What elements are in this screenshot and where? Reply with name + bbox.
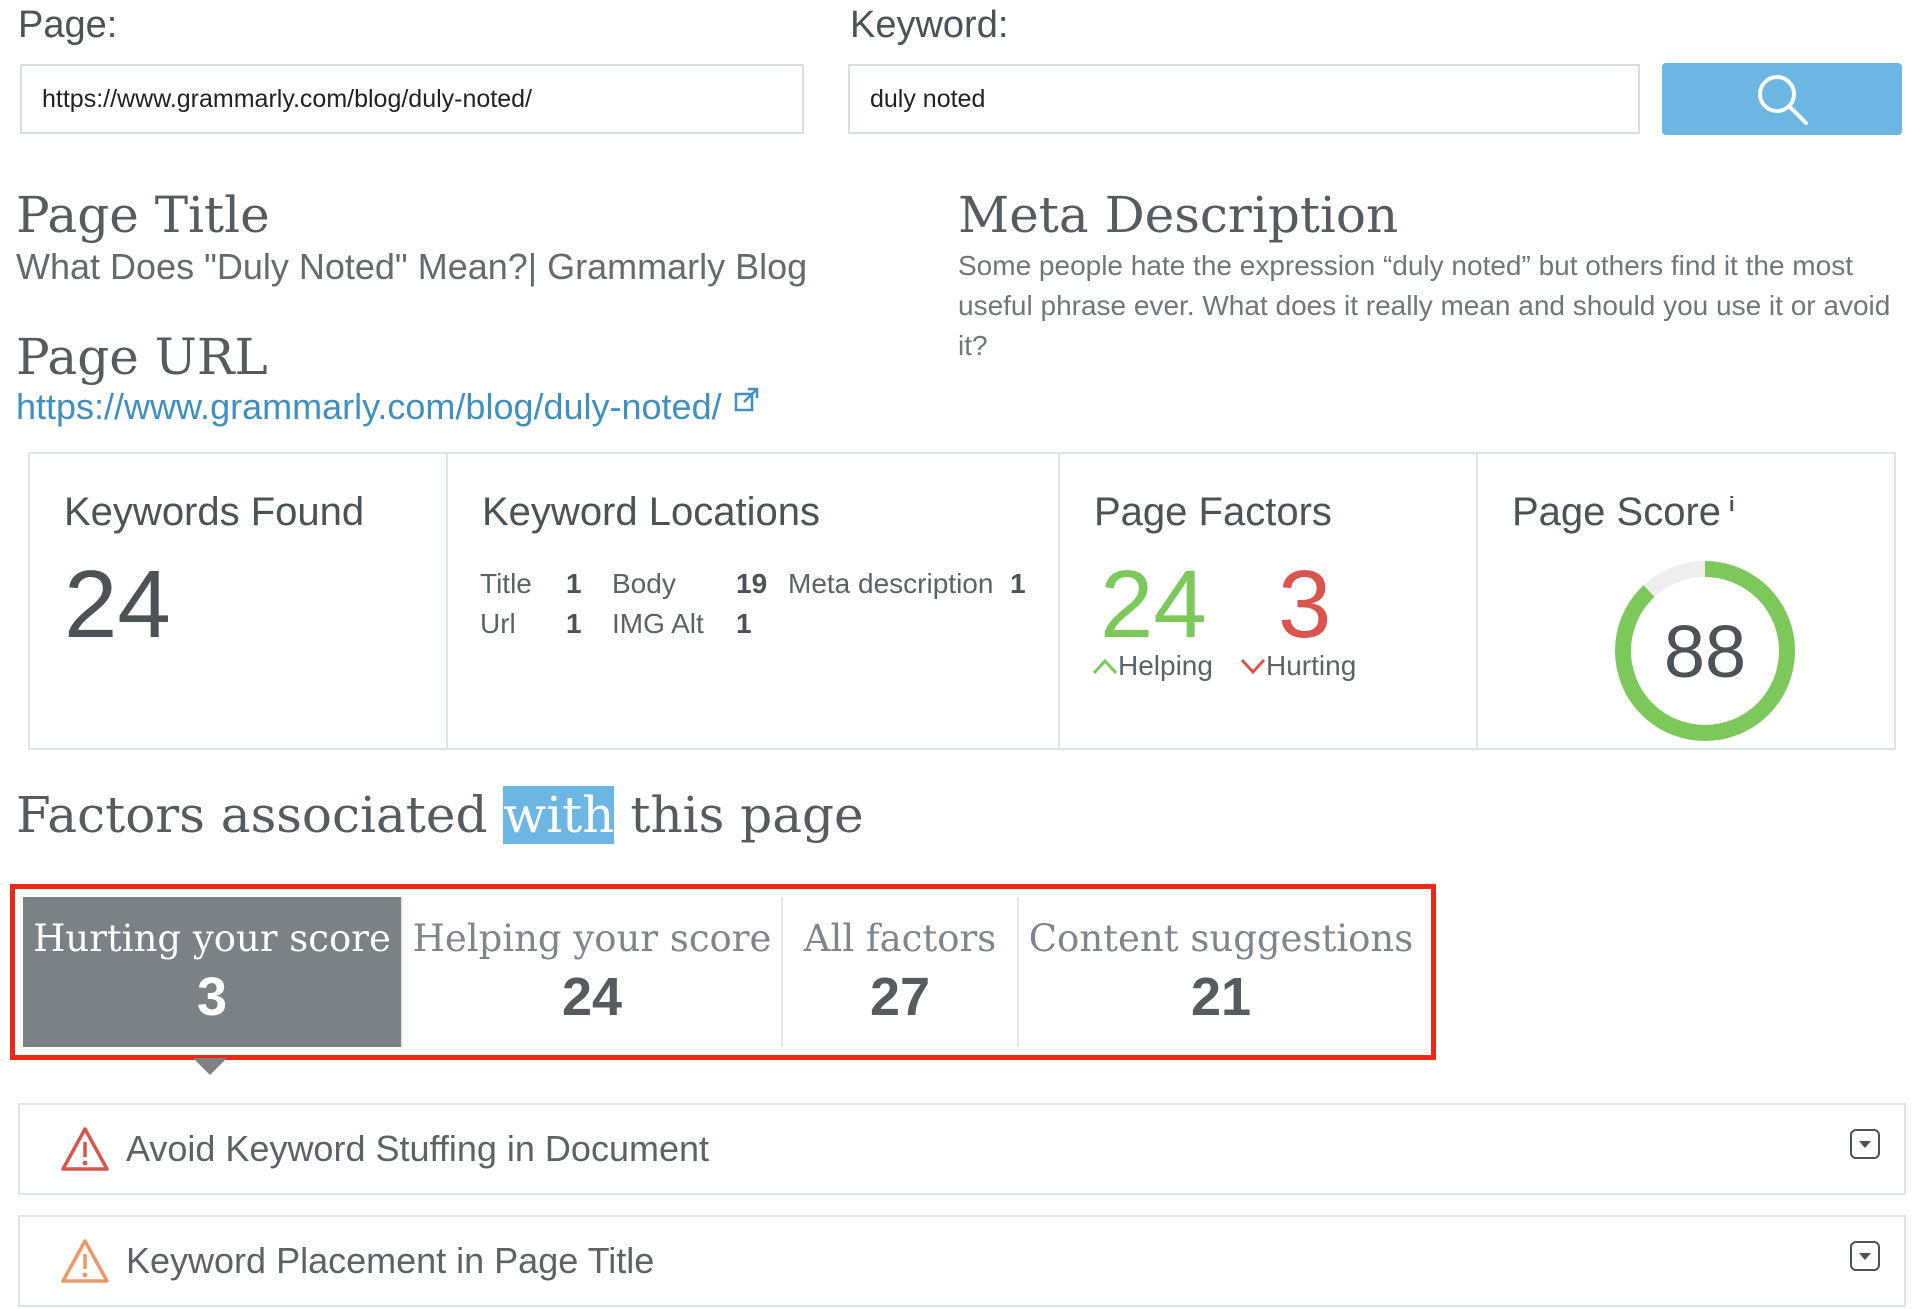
hurting-label: Hurting — [1266, 650, 1356, 682]
meta-description-heading: Meta Description — [958, 186, 1398, 244]
factor-row-text: Avoid Keyword Stuffing in Document — [126, 1128, 709, 1170]
factor-tabs: Hurting your score 3 Helping your score … — [10, 884, 1436, 1060]
factors-heading: Factors associated with this page — [16, 786, 864, 844]
tab-all-factors[interactable]: All factors 27 — [783, 897, 1019, 1047]
tab-label: Helping your score — [413, 917, 772, 960]
tab-count: 24 — [562, 966, 622, 1028]
keywords-found-value: 24 — [64, 550, 171, 660]
stats-panel: Keywords Found 24 Keyword Locations Titl… — [28, 452, 1896, 750]
warning-icon — [60, 1238, 110, 1284]
page-score-card: Page Score i 88 — [1478, 454, 1894, 748]
external-link-icon[interactable] — [734, 387, 760, 413]
location-count: 1 — [566, 564, 612, 604]
tab-hurting[interactable]: Hurting your score 3 — [23, 897, 403, 1047]
factor-row[interactable]: Keyword Placement in Page Title — [18, 1215, 1906, 1307]
keywords-found-title: Keywords Found — [64, 490, 364, 535]
keyword-input[interactable] — [848, 64, 1640, 134]
page-url-heading: Page URL — [16, 328, 268, 386]
page-score-title: Page Score i — [1512, 490, 1735, 535]
factor-row-text: Keyword Placement in Page Title — [126, 1240, 654, 1282]
expand-icon[interactable] — [1850, 1241, 1880, 1271]
active-tab-pointer — [193, 1058, 227, 1076]
tab-label: Hurting your score — [33, 917, 391, 960]
tab-label: All factors — [804, 917, 996, 960]
tab-content-suggestions[interactable]: Content suggestions 21 — [1019, 897, 1423, 1047]
warning-icon — [60, 1126, 110, 1172]
location-count: 1 — [1010, 564, 1026, 604]
keyword-label: Keyword: — [850, 4, 1008, 47]
page-score-title-text: Page Score — [1512, 490, 1721, 534]
tab-count: 21 — [1191, 966, 1251, 1028]
factor-row[interactable]: Avoid Keyword Stuffing in Document — [18, 1103, 1906, 1195]
factors-heading-before: Factors associated — [16, 786, 503, 844]
location-label: Body — [612, 564, 736, 604]
info-icon[interactable]: i — [1729, 494, 1735, 516]
tab-count: 3 — [197, 966, 227, 1028]
factors-heading-highlight: with — [503, 786, 614, 844]
page-title-heading: Page Title — [16, 186, 270, 244]
factors-heading-after: this page — [614, 786, 863, 844]
page-score-value: 88 — [1610, 556, 1800, 746]
page-url-input[interactable] — [20, 64, 804, 134]
chevron-up-icon — [1092, 657, 1118, 675]
expand-icon[interactable] — [1850, 1129, 1880, 1159]
location-label: Title — [480, 564, 566, 604]
page-factors-title: Page Factors — [1094, 490, 1332, 535]
search-button[interactable] — [1662, 63, 1902, 135]
keyword-locations-table: Title 1 Body 19 Meta description 1 Url 1… — [480, 564, 1026, 644]
helping-label: Helping — [1118, 650, 1213, 682]
location-label: IMG Alt — [612, 604, 736, 644]
page-title-value: What Does "Duly Noted" Mean?| Grammarly … — [16, 246, 807, 288]
location-label: Url — [480, 604, 566, 644]
location-label: Meta description — [788, 564, 1010, 604]
hurting-count: 3 — [1278, 550, 1331, 660]
meta-description-value: Some people hate the expression “duly no… — [958, 246, 1908, 366]
tab-label: Content suggestions — [1029, 917, 1414, 960]
page-factors-card: Page Factors 24 3 Helping Hurting — [1060, 454, 1478, 748]
keyword-locations-title: Keyword Locations — [482, 490, 820, 535]
helping-count: 24 — [1100, 550, 1207, 660]
chevron-down-icon — [1240, 657, 1266, 675]
search-icon — [1754, 71, 1810, 127]
location-count: 19 — [736, 564, 788, 604]
tab-helping[interactable]: Helping your score 24 — [403, 897, 783, 1047]
tab-count: 27 — [870, 966, 930, 1028]
location-count: 1 — [566, 604, 612, 644]
page-url-link[interactable]: https://www.grammarly.com/blog/duly-note… — [16, 386, 722, 428]
location-count: 1 — [736, 604, 788, 644]
keywords-found-card: Keywords Found 24 — [30, 454, 448, 748]
keyword-locations-card: Keyword Locations Title 1 Body 19 Meta d… — [448, 454, 1060, 748]
page-label: Page: — [18, 4, 117, 47]
